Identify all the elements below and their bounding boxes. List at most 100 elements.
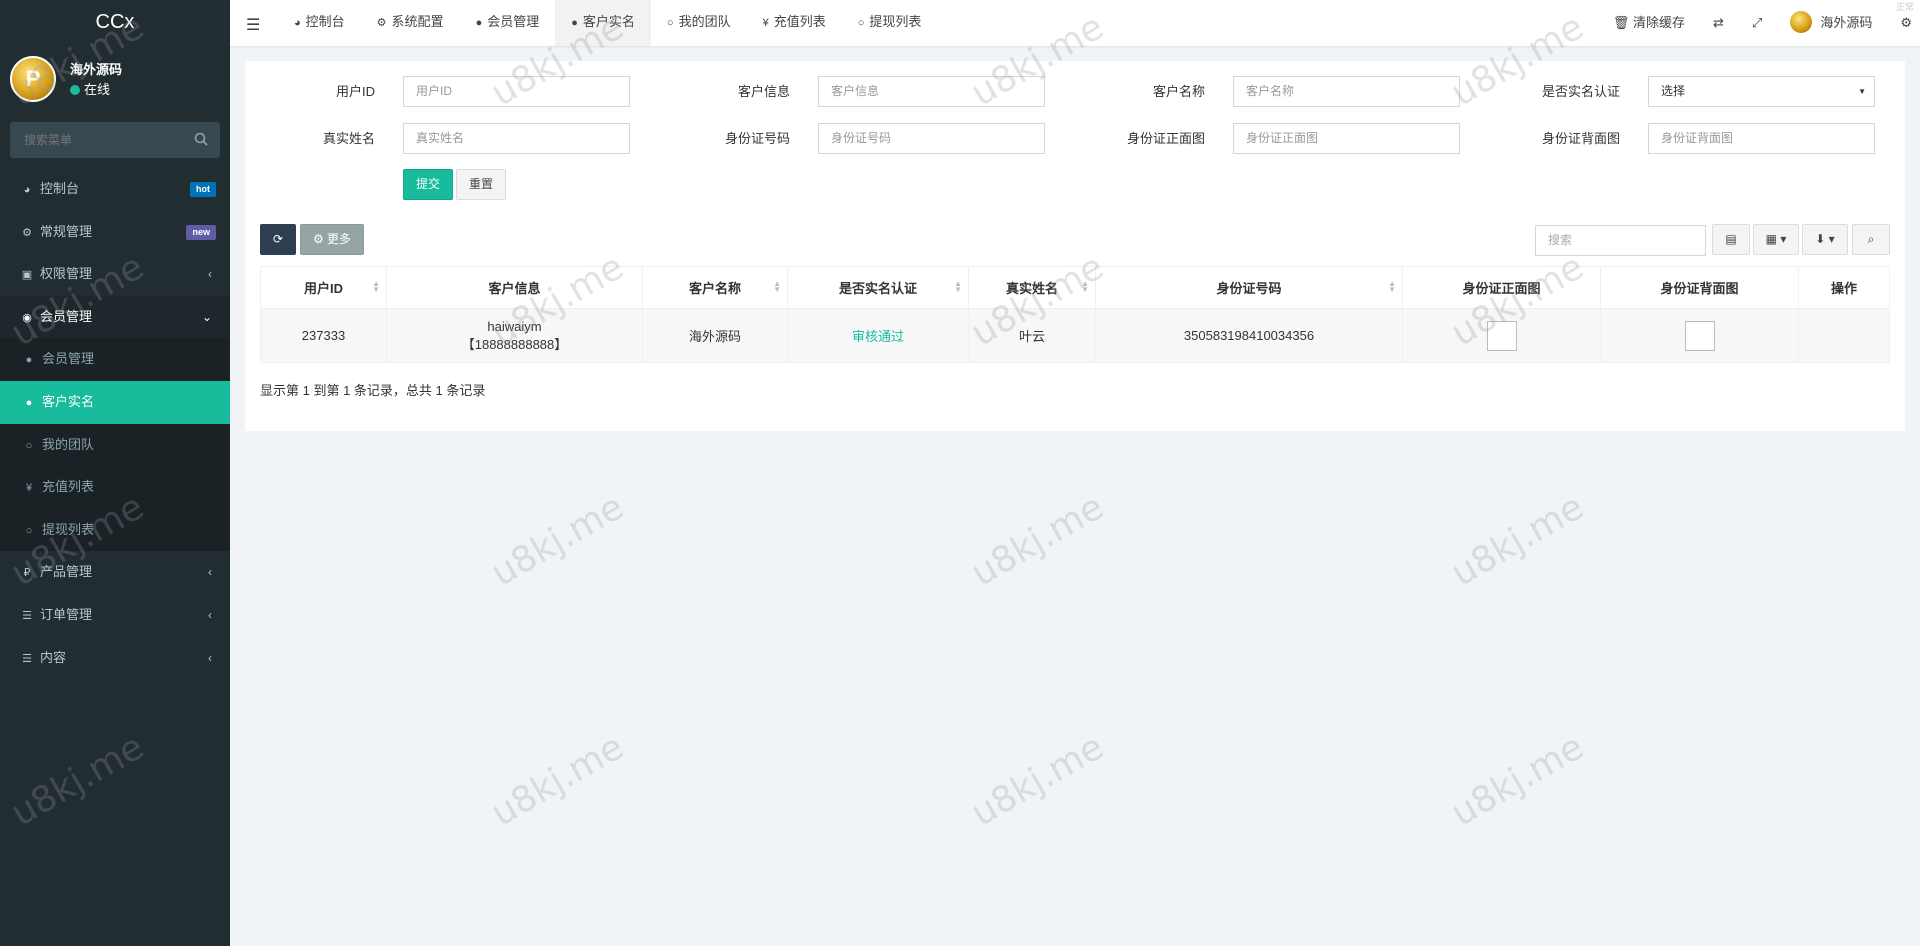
col-header-customer-info: 客户信息	[386, 266, 643, 309]
submit-button[interactable]: 提交	[403, 169, 453, 200]
gear-icon: ⚙	[312, 232, 324, 246]
chevron-left-icon: ‹	[208, 650, 212, 665]
tab-label: 我的团队	[678, 14, 731, 29]
sidebar-item-label: 提现列表	[42, 521, 95, 537]
watermark: u8kj.me	[484, 726, 631, 835]
tab-label: 充值列表	[773, 14, 826, 29]
table-row[interactable]: 237333 haiwaiym 【18888888888】 海外源码 审核通过 叶…	[260, 308, 1890, 363]
sidebar-subitem-my-team[interactable]: ○ 我的团队	[0, 423, 230, 467]
cell-verified: 审核通过	[787, 308, 969, 363]
sidebar-item-label: 常规管理	[40, 223, 93, 239]
sidebar-item-label: 充值列表	[42, 479, 95, 495]
sidebar-subitem-member-manage[interactable]: ● 会员管理	[0, 338, 230, 381]
id-front-image[interactable]	[1486, 320, 1517, 351]
clear-cache-button[interactable]: 🗑 清除缓存	[1599, 0, 1699, 46]
more-button[interactable]: ⚙ 更多	[300, 224, 364, 255]
tab-withdraw-list[interactable]: ○ 提现列表	[842, 0, 938, 46]
reset-button[interactable]: 重置	[456, 169, 506, 200]
refresh-button[interactable]: ⟳	[260, 224, 296, 255]
col-header-id-back: 身份证背面图	[1600, 266, 1799, 309]
sidebar-subitem-recharge-list[interactable]: ¥ 充值列表	[0, 466, 230, 509]
sidebar-item-general[interactable]: ⚙ 常规管理 new	[0, 211, 230, 254]
sidebar-item-permissions[interactable]: ▣ 权限管理 ‹	[0, 253, 230, 296]
customer-name-input[interactable]: 客户名称	[1233, 76, 1460, 107]
search-icon[interactable]	[194, 132, 208, 146]
menu-toggle-icon[interactable]: ☰	[246, 15, 260, 35]
cell-customer-name: 海外源码	[642, 308, 788, 363]
brand-logo[interactable]: CCx	[0, 0, 230, 46]
content-panel: 用户ID 用户ID 客户信息 客户信息 客户名称 客户名称 是否实名认证 选择 ▼…	[245, 61, 1905, 431]
cogs-icon: ⚙	[22, 226, 32, 239]
tab-dashboard[interactable]: ◕ 控制台	[278, 0, 361, 46]
status-text: 在线	[84, 82, 111, 97]
tab-member-manage[interactable]: ● 会员管理	[460, 0, 556, 46]
sort-icon: ▲ ▼	[773, 279, 781, 294]
tab-system-config[interactable]: ⚙ 系统配置	[361, 0, 460, 46]
header-label: 客户信息	[488, 281, 541, 296]
id-back-image[interactable]	[1684, 320, 1715, 351]
export-button[interactable]: ⬇ ▾	[1802, 224, 1848, 255]
corner-text: 正常	[1895, 2, 1914, 12]
user-id-input[interactable]: 用户ID	[403, 76, 630, 107]
grid-icon: ▦ ▾	[1765, 232, 1787, 246]
fullscreen-button[interactable]: ⤢	[1738, 0, 1776, 46]
avatar: P	[10, 56, 56, 102]
columns-button[interactable]: ▦ ▾	[1753, 224, 1799, 255]
dashboard-icon: ◕	[23, 184, 31, 196]
sidebar-item-orders[interactable]: ☰ 订单管理 ‹	[0, 594, 230, 637]
header-label: 客户名称	[688, 281, 741, 296]
sidebar-search	[10, 122, 220, 158]
col-header-verified[interactable]: 是否实名认证 ▲ ▼	[787, 266, 969, 309]
sidebar-item-members[interactable]: ◉ 会员管理 ⌄	[0, 295, 230, 339]
table-icon: ▤	[1725, 232, 1737, 246]
sidebar-item-products[interactable]: ₽ 产品管理 ‹	[0, 551, 230, 594]
tab-customer-verify[interactable]: ● 客户实名	[555, 0, 651, 46]
top-navbar: ☰ ◕ 控制台 ⚙ 系统配置 ● 会员管理 ● 客户实名 ○ 我的团队 ¥ 充值列表 ○ 提现…	[230, 0, 1920, 46]
data-table: 用户ID ▲ ▼ 客户信息 客户名称 ▲ ▼ 是否实名认证 ▲ ▼ 真实姓名 ▲ ▼ 身份证号码…	[260, 266, 1890, 363]
real-name-input[interactable]: 真实姓名	[403, 123, 630, 154]
watermark: u8kj.me	[1444, 486, 1591, 595]
filter-label-customer-info: 客户信息	[737, 84, 790, 99]
user-menu[interactable]: 海外源码	[1776, 0, 1886, 46]
filter-label-id-back: 身份证背面图	[1541, 131, 1620, 146]
language-button[interactable]: ⇄	[1699, 0, 1738, 46]
header-label: 是否实名认证	[838, 281, 917, 296]
col-header-customer-name[interactable]: 客户名称 ▲ ▼	[642, 266, 788, 309]
more-label: 更多	[327, 232, 352, 246]
sidebar-subitem-customer-verify[interactable]: ● 客户实名	[0, 380, 230, 424]
search-toggle-button[interactable]: ⌕	[1852, 224, 1890, 255]
id-back-input[interactable]: 身份证背面图	[1648, 123, 1875, 154]
col-header-id-number[interactable]: 身份证号码 ▲ ▼	[1095, 266, 1403, 309]
table-search-input[interactable]: 搜索	[1535, 225, 1706, 256]
search-icon: ⌕	[1867, 232, 1875, 246]
tab-my-team[interactable]: ○ 我的团队	[651, 0, 747, 46]
sidebar-item-dashboard[interactable]: ◕ 控制台 hot	[0, 168, 230, 211]
circle-icon: ○	[25, 439, 33, 452]
tab-recharge-list[interactable]: ¥ 充值列表	[747, 0, 842, 46]
sidebar-subitem-withdraw-list[interactable]: ○ 提现列表	[0, 508, 230, 552]
verified-select[interactable]: 选择 ▼	[1648, 76, 1875, 107]
avatar	[1790, 11, 1813, 33]
customer-info-input[interactable]: 客户信息	[818, 76, 1045, 107]
id-front-input[interactable]: 身份证正面图	[1233, 123, 1460, 154]
cell-id-number: 350583198410034356	[1095, 308, 1403, 363]
user-menu-name: 海外源码	[1820, 15, 1873, 30]
list-icon: ☰	[22, 652, 32, 665]
col-header-real-name[interactable]: 真实姓名 ▲ ▼	[968, 266, 1096, 309]
watermark: u8kj.me	[1444, 726, 1591, 835]
toggle-view-button[interactable]: ▤	[1712, 224, 1750, 255]
filter-label-customer-name: 客户名称	[1152, 84, 1205, 99]
col-header-user-id[interactable]: 用户ID ▲ ▼	[260, 266, 387, 309]
sidebar-search-input[interactable]	[10, 122, 190, 158]
nav-tabs: ◕ 控制台 ⚙ 系统配置 ● 会员管理 ● 客户实名 ○ 我的团队 ¥ 充值列表 ○ 提现列表	[278, 0, 937, 46]
pagination-info: 显示第 1 到第 1 条记录，总共 1 条记录	[260, 383, 486, 398]
tab-label: 系统配置	[391, 14, 444, 29]
sidebar-item-content[interactable]: ☰ 内容 ‹	[0, 637, 230, 680]
cell-real-name: 叶云	[968, 308, 1096, 363]
sidebar-item-label: 客户实名	[42, 393, 95, 409]
user-status: 在线	[70, 79, 110, 98]
cell-id-front	[1402, 308, 1601, 363]
chevron-left-icon: ‹	[208, 565, 212, 580]
id-number-input[interactable]: 身份证号码	[818, 123, 1045, 154]
user-icon: ●	[571, 17, 578, 29]
